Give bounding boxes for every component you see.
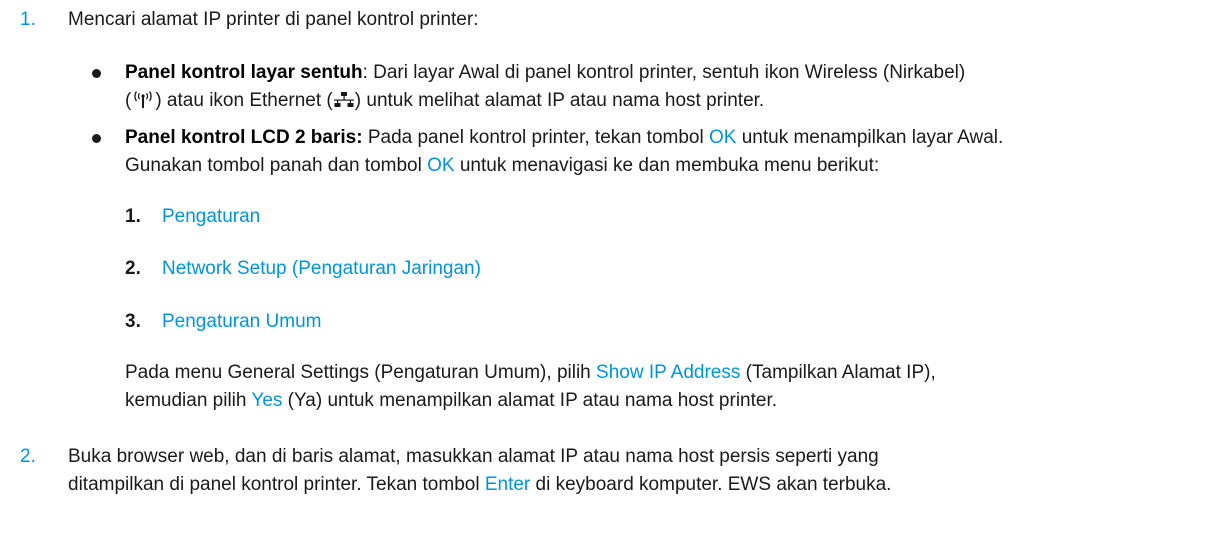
substep-1-number: 1.: [125, 206, 141, 227]
bullet-1-line-2: () atau ikon Ethernet () untuk melihat a…: [125, 87, 764, 118]
substep-2-label[interactable]: Network Setup (Pengaturan Jaringan): [162, 255, 481, 283]
step-2-line-2: ditampilkan di panel kontrol printer. Te…: [68, 471, 891, 499]
step-2-line-1: Buka browser web, dan di baris alamat, m…: [68, 446, 879, 467]
step-2-text-2: di keyboard komputer. EWS akan terbuka.: [530, 474, 892, 495]
ok-button-ref: OK: [708, 127, 737, 148]
yes-ref: Yes: [251, 390, 283, 411]
step-1-text: Mencari alamat IP printer di panel kontr…: [68, 9, 479, 30]
note-text-3: kemudian pilih: [125, 390, 252, 411]
bullet-2-text-3: Gunakan tombol panah dan tombol: [125, 155, 428, 176]
bullet-2-text-4: untuk menavigasi ke dan membuka menu ber…: [454, 155, 880, 176]
bullet-2-line-2: Gunakan tombol panah dan tombol OK untuk…: [125, 152, 879, 180]
bullet-2-heading: Panel kontrol LCD 2 baris:: [125, 127, 363, 148]
bullet-2-line-1: Panel kontrol LCD 2 baris: Pada panel ko…: [125, 124, 1003, 152]
bullet-dot: [92, 69, 101, 78]
substep-3-label[interactable]: Pengaturan Umum: [162, 308, 321, 336]
bullet-1-text-3: ) untuk melihat alamat IP atau nama host…: [354, 90, 765, 111]
ok-button-ref: OK: [427, 155, 455, 176]
step-2-number: 2.: [20, 446, 36, 467]
note-line-2: kemudian pilih Yes (Ya) untuk menampilka…: [125, 387, 777, 415]
substep-2-number: 2.: [125, 258, 141, 279]
note-text-4: (Ya) untuk menampilkan alamat IP atau na…: [282, 390, 778, 411]
enter-key-ref: Enter: [484, 474, 531, 495]
ethernet-icon: [333, 90, 355, 118]
step-1-number: 1.: [20, 9, 36, 30]
bullet-1-line-1: Panel kontrol layar sentuh: Dari layar A…: [125, 59, 965, 87]
bullet-1-heading: Panel kontrol layar sentuh: [125, 62, 363, 83]
step-2-text-1: ditampilkan di panel kontrol printer. Te…: [68, 474, 485, 495]
substep-3-number: 3.: [125, 311, 141, 332]
note-text-2: (Tampilkan Alamat IP),: [740, 362, 936, 383]
bullet-2-text-1: Pada panel kontrol printer, tekan tombol: [362, 127, 709, 148]
note-line-1: Pada menu General Settings (Pengaturan U…: [125, 359, 936, 387]
show-ip-address-ref: Show IP Address: [596, 362, 741, 383]
bullet-2-text-2: untuk menampilkan layar Awal.: [736, 127, 1004, 148]
bullet-1-text-2: ) atau ikon Ethernet (: [155, 90, 333, 111]
bullet-1-text-1: : Dari layar Awal di panel kontrol print…: [362, 62, 966, 83]
substep-1-label[interactable]: Pengaturan: [162, 203, 260, 231]
note-text-1: Pada menu General Settings (Pengaturan U…: [125, 362, 597, 383]
wireless-icon: [131, 90, 155, 118]
bullet-dot: [92, 134, 101, 143]
